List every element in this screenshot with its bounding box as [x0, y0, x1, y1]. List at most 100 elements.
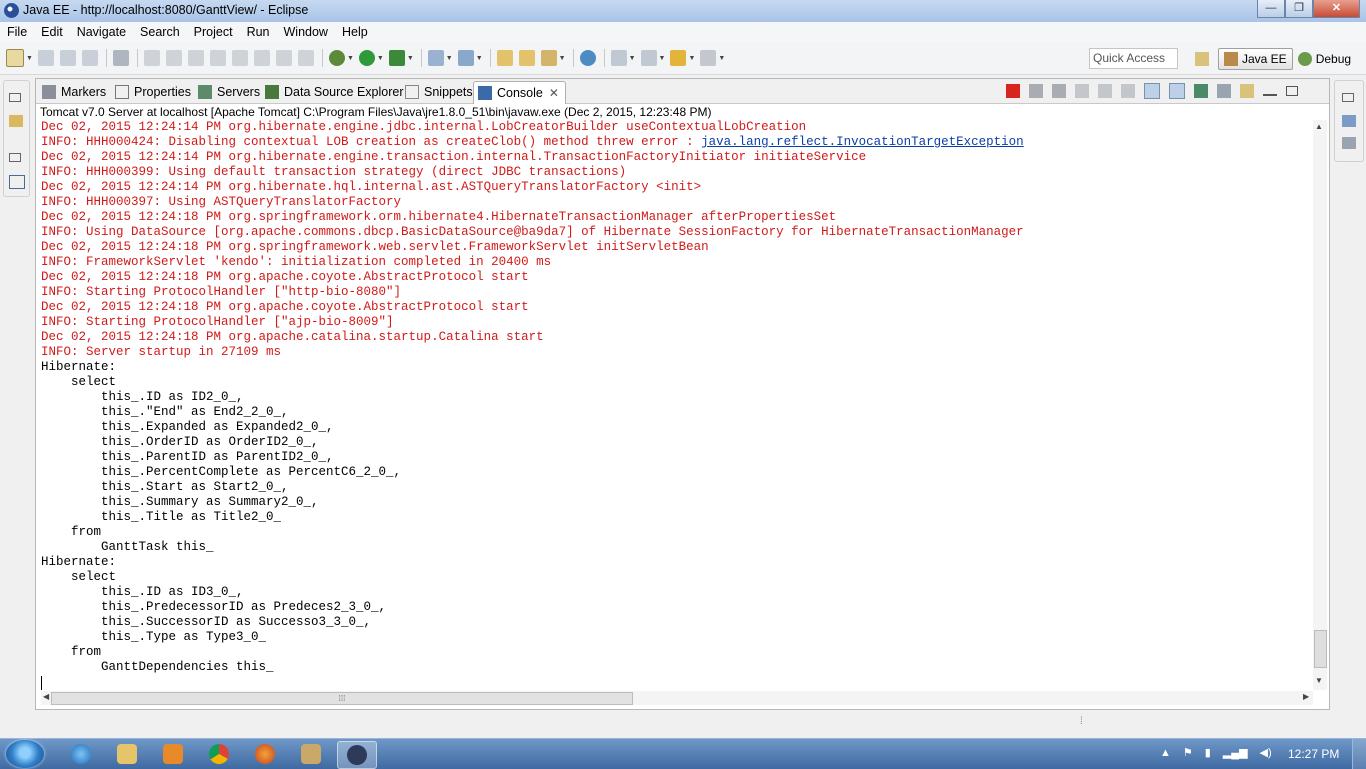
resume-icon[interactable]	[143, 50, 160, 66]
remove-all-terminated-icon[interactable]	[1052, 84, 1066, 98]
open-console-icon[interactable]	[1240, 84, 1254, 98]
next-annotation-icon[interactable]	[610, 50, 627, 66]
step-return-icon[interactable]	[275, 50, 292, 66]
tab-snippets[interactable]: Snippets	[405, 82, 473, 102]
restore-icon[interactable]	[9, 153, 21, 162]
horizontal-scrollbar[interactable]: ◀ ⁞⁞⁞ ▶	[41, 691, 1313, 705]
tab-data-source-explorer[interactable]: Data Source Explorer	[265, 82, 404, 102]
taskbar-media-player[interactable]	[154, 741, 192, 767]
suspend-icon[interactable]	[165, 50, 182, 66]
project-explorer-icon[interactable]	[9, 115, 23, 127]
console-line: this_.Title as Title2_0_	[41, 510, 1311, 525]
menu-edit[interactable]: Edit	[34, 25, 70, 39]
back-icon[interactable]	[670, 50, 687, 66]
menu-navigate[interactable]: Navigate	[70, 25, 133, 39]
clear-console-icon[interactable]	[1075, 84, 1089, 98]
tab-markers[interactable]: Markers	[42, 82, 106, 102]
skip-breakpoints-icon[interactable]	[112, 50, 129, 66]
scroll-right-icon[interactable]: ▶	[1303, 692, 1309, 701]
search-tool-icon[interactable]	[540, 50, 557, 66]
close-button[interactable]: ✕	[1313, 0, 1360, 18]
new-icon[interactable]	[6, 49, 24, 67]
vertical-scrollbar[interactable]: ▲ ▼	[1313, 120, 1327, 690]
show-hidden-icons-icon[interactable]: ▲	[1160, 747, 1171, 759]
scroll-lock-icon[interactable]	[1098, 84, 1112, 98]
menu-run[interactable]: Run	[240, 25, 277, 39]
word-wrap-icon[interactable]	[1121, 84, 1135, 98]
terminate-icon[interactable]	[1006, 84, 1020, 98]
maximize-button[interactable]: ❐	[1285, 0, 1313, 18]
taskbar-eclipse[interactable]	[337, 741, 377, 769]
task-list-icon[interactable]	[1342, 115, 1356, 127]
network-icon[interactable]: ▂▄▆	[1223, 746, 1248, 759]
menu-search[interactable]: Search	[133, 25, 187, 39]
save-all-icon[interactable]	[59, 50, 76, 66]
taskbar-chrome[interactable]	[200, 741, 238, 767]
restore-icon[interactable]	[9, 93, 21, 102]
console-output[interactable]: Dec 02, 2015 12:24:14 PM org.hibernate.e…	[41, 120, 1311, 692]
open-type-icon[interactable]	[496, 50, 513, 66]
pin-console-icon[interactable]	[1194, 84, 1208, 98]
new-web-service-icon[interactable]	[457, 50, 474, 66]
outline-icon[interactable]	[9, 175, 25, 189]
resize-handle[interactable]: ⁞	[1080, 716, 1083, 727]
menu-file[interactable]: File	[0, 25, 34, 39]
scroll-left-icon[interactable]: ◀	[43, 692, 49, 701]
previous-annotation-icon[interactable]	[640, 50, 657, 66]
power-icon[interactable]: ▮	[1205, 746, 1211, 759]
scroll-thumb[interactable]: ⁞⁞⁞	[51, 692, 633, 705]
console-line-text: GanttTask this_	[41, 540, 214, 554]
menu-project[interactable]: Project	[187, 25, 240, 39]
taskbar-tools[interactable]	[292, 741, 330, 767]
close-icon[interactable]: ✕	[549, 86, 559, 100]
tab-properties[interactable]: Properties	[115, 82, 191, 102]
exception-link[interactable]: java.lang.reflect.InvocationTargetExcept…	[701, 135, 1024, 149]
step-into-icon[interactable]	[231, 50, 248, 66]
menu-window[interactable]: Window	[277, 25, 335, 39]
console-line-text: this_.Type as Type3_0_	[41, 630, 267, 644]
minimize-button[interactable]: —	[1257, 0, 1285, 18]
debug-icon[interactable]	[328, 50, 345, 66]
step-over-icon[interactable]	[253, 50, 270, 66]
show-on-stdout-icon[interactable]	[1144, 83, 1160, 99]
maximize-view-icon[interactable]	[1286, 86, 1298, 96]
scroll-down-icon[interactable]: ▼	[1315, 676, 1323, 685]
print-icon[interactable]	[81, 50, 98, 66]
taskbar-internet-explorer[interactable]	[62, 741, 100, 767]
new-server-icon[interactable]	[427, 50, 444, 66]
show-on-stderr-icon[interactable]	[1169, 83, 1185, 99]
run-icon[interactable]	[358, 50, 375, 66]
remove-launch-icon[interactable]	[1029, 84, 1043, 98]
show-desktop-button[interactable]	[1352, 739, 1366, 769]
action-center-icon[interactable]: ⚑	[1183, 746, 1193, 759]
external-tools-icon[interactable]	[388, 50, 405, 66]
quick-access-field[interactable]: Quick Access	[1089, 48, 1178, 69]
taskbar-file-explorer[interactable]	[108, 741, 146, 767]
scroll-up-icon[interactable]: ▲	[1315, 122, 1323, 131]
minimize-view-icon[interactable]	[1263, 86, 1277, 96]
open-folder-icon[interactable]	[518, 50, 535, 66]
console-line-text: this_.ParentID as ParentID2_0_,	[41, 450, 334, 464]
outline-view-icon[interactable]	[1342, 137, 1356, 149]
tab-console[interactable]: Console ✕	[473, 81, 566, 104]
restore-icon[interactable]	[1342, 93, 1354, 102]
display-selected-console-icon[interactable]	[1217, 84, 1231, 98]
save-icon[interactable]	[37, 50, 54, 66]
web-browser-icon[interactable]	[579, 50, 596, 66]
clock[interactable]: 12:27 PM	[1288, 747, 1339, 761]
scroll-thumb[interactable]	[1314, 630, 1327, 668]
terminate-icon[interactable]	[187, 50, 204, 66]
taskbar-firefox[interactable]	[246, 741, 284, 767]
tab-servers[interactable]: Servers	[198, 82, 260, 102]
menu-help[interactable]: Help	[335, 25, 375, 39]
drop-to-frame-icon[interactable]	[297, 50, 314, 66]
perspective-java-ee[interactable]: Java EE	[1218, 48, 1293, 70]
menu-bar: File Edit Navigate Search Project Run Wi…	[0, 22, 1366, 42]
open-perspective-button[interactable]	[1190, 49, 1218, 69]
console-line: Dec 02, 2015 12:24:18 PM org.apache.coyo…	[41, 300, 1311, 315]
volume-icon[interactable]: ◀)	[1260, 746, 1272, 759]
forward-icon[interactable]	[700, 50, 717, 66]
disconnect-icon[interactable]	[209, 50, 226, 66]
perspective-debug[interactable]: Debug	[1293, 49, 1356, 69]
start-button[interactable]	[6, 740, 44, 768]
